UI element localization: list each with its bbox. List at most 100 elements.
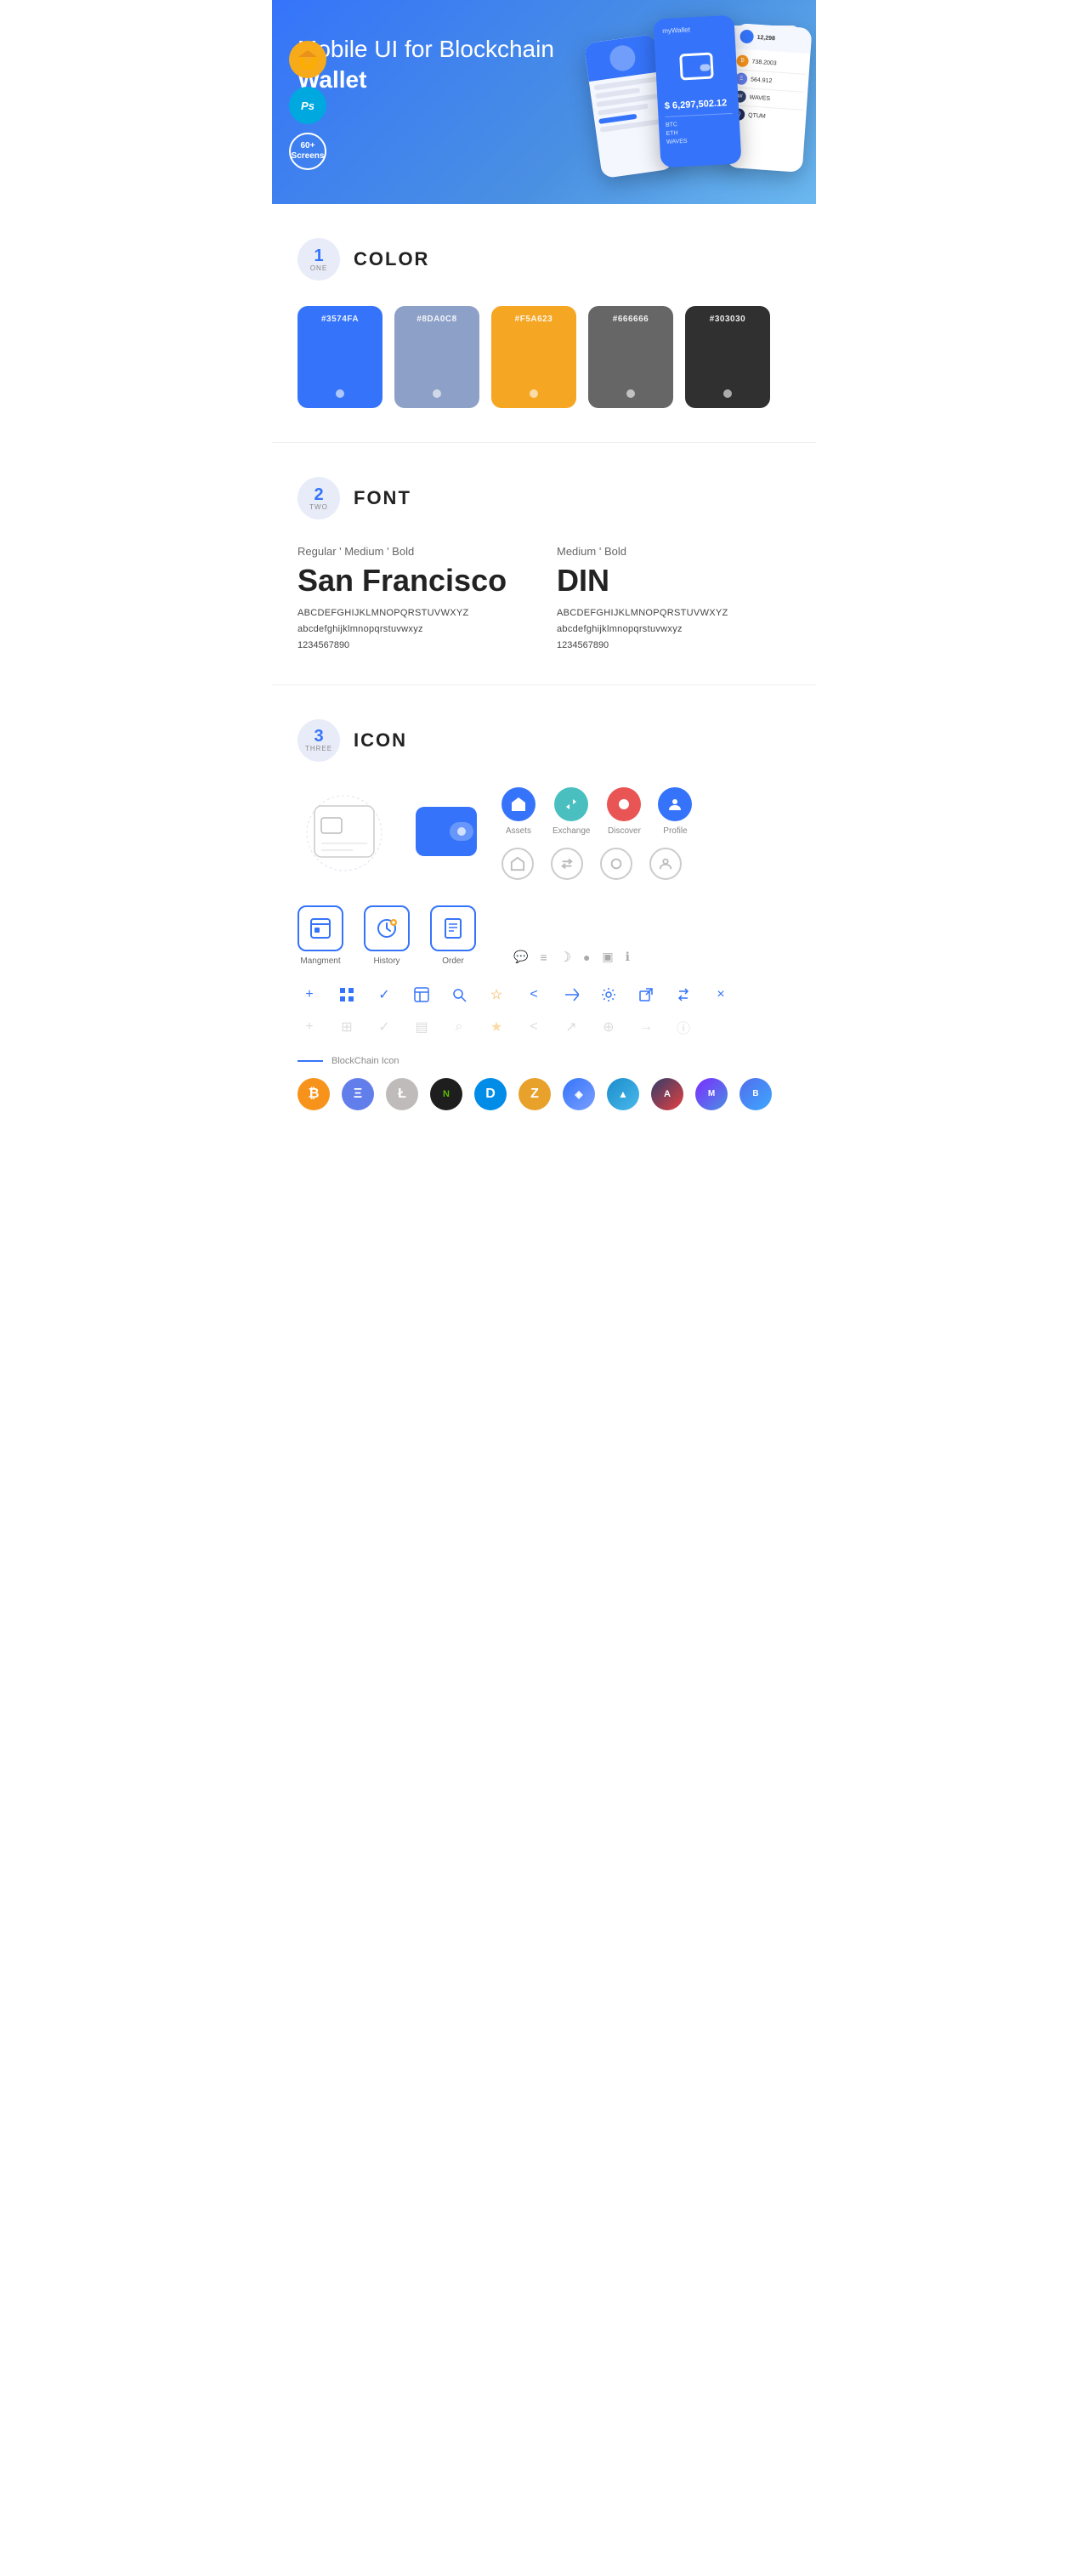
neo-coin: N <box>430 1078 462 1110</box>
check-gray-icon: ✓ <box>372 1015 396 1039</box>
swap-icon <box>672 983 695 1007</box>
color-title: COLOR <box>354 248 429 270</box>
icon-section-header: 3 THREE ICON <box>298 719 790 762</box>
font-grid: Regular ' Medium ' Bold San Francisco AB… <box>298 545 790 650</box>
management-icon-item: Mangment <box>298 905 343 966</box>
close-icon: × <box>709 983 733 1007</box>
ethereum-coin: Ξ <box>342 1078 374 1110</box>
small-icons-colored: + ✓ ☆ < × <box>298 983 790 1007</box>
bitcoin-coin: ₿ <box>298 1078 330 1110</box>
share-gray-icon: ↗ <box>559 1015 583 1039</box>
icon-exchange: Exchange <box>552 787 590 836</box>
ark-coin: A <box>651 1078 683 1110</box>
order-icon-item: Order <box>430 905 476 966</box>
plus-icon: + <box>298 983 321 1007</box>
font-section-header: 2 TWO FONT <box>298 477 790 519</box>
hero-title: Mobile UI for Blockchain Wallet <box>298 34 586 96</box>
ps-badge: Ps <box>289 87 326 124</box>
grid-gray-icon: ⊞ <box>335 1015 359 1039</box>
search-gray-icon: ⌕ <box>447 1015 471 1039</box>
color-section-header: 1 ONE COLOR <box>298 238 790 281</box>
small-icons-gray: + ⊞ ✓ ▤ ⌕ ★ < ↗ ⊕ → ⓘ <box>298 1015 790 1039</box>
hero-badges: Ps 60+Screens <box>289 41 326 170</box>
icon-nav-filled-row: Assets Exchange Discover <box>502 787 692 836</box>
exchange-outline-icon <box>551 848 583 880</box>
settings-icon <box>597 983 620 1007</box>
icon-construction-guide <box>298 791 391 876</box>
history-icon <box>364 905 410 951</box>
font-section: 2 TWO FONT Regular ' Medium ' Bold San F… <box>272 442 816 684</box>
font-title: FONT <box>354 487 411 509</box>
font-din: Medium ' Bold DIN ABCDEFGHIJKLMNOPQRSTUV… <box>557 545 790 650</box>
order-icon <box>430 905 476 951</box>
color-section: 1 ONE COLOR #3574FA #8DA0C8 #F5A623 #666… <box>272 204 816 442</box>
blockchain-label: BlockChain Icon <box>332 1056 400 1066</box>
icon-nav-outline-row <box>502 848 692 880</box>
swatch-blue: #3574FA <box>298 306 382 408</box>
utility-icons-group: 💬 ≡ ☽ ● ▣ ℹ <box>513 949 630 966</box>
management-icon <box>298 905 343 951</box>
litecoin-coin: Ł <box>386 1078 418 1110</box>
dash-coin: D <box>474 1078 507 1110</box>
star-filled-icon: ★ <box>484 1015 508 1039</box>
assets-icon <box>502 787 536 821</box>
search-icon <box>447 983 471 1007</box>
utility-icons-row1: 💬 ≡ ☽ ● ▣ ℹ <box>513 949 630 966</box>
chevron-left-icon: < <box>522 983 546 1007</box>
icon-grid-svg <box>298 791 391 876</box>
external-link-icon <box>634 983 658 1007</box>
color-number-badge: 1 ONE <box>298 238 340 281</box>
blockchain-divider: BlockChain Icon <box>298 1056 790 1066</box>
check-icon: ✓ <box>372 983 396 1007</box>
phone-mockups: myWallet $ 6,297,502.12 BTC ETH WAVES 12… <box>592 17 808 166</box>
icon-section: 3 THREE ICON <box>272 684 816 1144</box>
discover-icon <box>607 787 641 821</box>
crypto-coins-row: ₿ Ξ Ł N D Z ◈ ▲ A M B <box>298 1078 790 1110</box>
settings-gray-icon: ⊕ <box>597 1015 620 1039</box>
icon-wallet-solid <box>408 797 484 870</box>
icon-nav-groups: Assets Exchange Discover <box>502 787 692 880</box>
star-icon: ☆ <box>484 983 508 1007</box>
sketch-badge <box>289 41 326 78</box>
plus-gray-icon: + <box>298 1015 321 1039</box>
discover-outline-icon <box>600 848 632 880</box>
info-gray-icon: ⓘ <box>672 1015 695 1039</box>
profile-icon <box>658 787 692 821</box>
chevron-left-gray-icon: < <box>522 1015 546 1039</box>
app-icons-row: Mangment History Order 💬 ≡ ☽ ● ▣ ℹ <box>298 905 790 966</box>
profile-outline-icon <box>649 848 682 880</box>
chat-icon: 💬 <box>513 950 528 964</box>
icon-wireframe-row: Assets Exchange Discover <box>298 787 790 880</box>
arrow-right-gray-icon: → <box>634 1015 658 1039</box>
font-number-badge: 2 TWO <box>298 477 340 519</box>
layers-icon: ≡ <box>540 950 547 964</box>
icon-title: ICON <box>354 729 407 752</box>
zcash-coin: Z <box>518 1078 551 1110</box>
hero-section: Mobile UI for Blockchain Wallet UI Kit P… <box>272 0 816 204</box>
grid-icon <box>335 983 359 1007</box>
table-gray-icon: ▤ <box>410 1015 434 1039</box>
info-icon: ℹ <box>626 950 630 964</box>
share-icon <box>559 983 583 1007</box>
screens-badge: 60+Screens <box>289 133 326 170</box>
icon-discover: Discover <box>607 787 641 836</box>
history-icon-item: History <box>364 905 410 966</box>
assets-outline-icon <box>502 848 534 880</box>
stratis-coin: ▲ <box>607 1078 639 1110</box>
moon-icon: ☽ <box>559 949 571 966</box>
matic-coin: M <box>695 1078 728 1110</box>
circle-icon: ● <box>583 950 590 964</box>
swatch-gray-blue: #8DA0C8 <box>394 306 479 408</box>
swatch-gray: #666666 <box>588 306 673 408</box>
table-icon <box>410 983 434 1007</box>
divider-line <box>298 1060 323 1062</box>
swatch-dark: #303030 <box>685 306 770 408</box>
exchange-icon <box>554 787 588 821</box>
font-sf: Regular ' Medium ' Bold San Francisco AB… <box>298 545 531 650</box>
icon-assets: Assets <box>502 787 536 836</box>
icon-number-badge: 3 THREE <box>298 719 340 762</box>
color-swatches: #3574FA #8DA0C8 #F5A623 #666666 #303030 <box>298 306 790 408</box>
band-coin: B <box>740 1078 772 1110</box>
grid-network-coin: ◈ <box>563 1078 595 1110</box>
message-icon: ▣ <box>602 950 613 964</box>
